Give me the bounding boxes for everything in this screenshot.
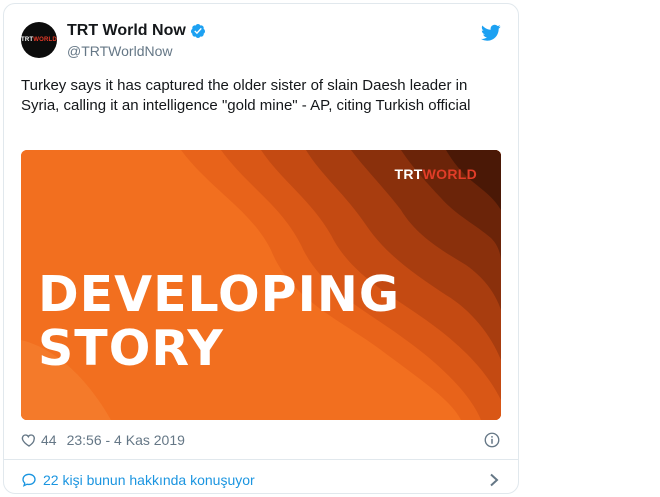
divider bbox=[4, 459, 518, 460]
headline-line-1: DEVELOPING bbox=[38, 266, 401, 323]
avatar[interactable]: TRT WORLD bbox=[21, 22, 57, 58]
logo-world: WORLD bbox=[422, 166, 477, 182]
display-name[interactable]: TRT World Now bbox=[67, 22, 186, 40]
heart-icon[interactable] bbox=[21, 432, 37, 448]
tweet-media-image[interactable]: TRTWORLD DEVELOPING STORY bbox=[21, 150, 501, 420]
tweet-card[interactable]: TRT WORLD TRT World Now @TRTWorldNow Turk… bbox=[3, 3, 519, 494]
conversation-label: 22 kişi bunun hakkında konuşuyor bbox=[43, 472, 255, 488]
avatar-label-world: WORLD bbox=[33, 37, 57, 43]
conversation-link[interactable]: 22 kişi bunun hakkında konuşuyor bbox=[21, 470, 501, 490]
tweet-header: TRT WORLD TRT World Now @TRTWorldNow bbox=[21, 18, 501, 68]
tweet-meta-row: 44 23:56 - 4 Kas 2019 bbox=[21, 430, 501, 450]
tweet-timestamp[interactable]: 23:56 - 4 Kas 2019 bbox=[67, 432, 185, 448]
info-icon[interactable] bbox=[483, 431, 501, 449]
twitter-bird-icon[interactable] bbox=[481, 24, 501, 42]
tweet-text: Turkey says it has captured the older si… bbox=[21, 77, 471, 114]
trt-world-logo: TRTWORLD bbox=[394, 166, 477, 182]
media-headline: DEVELOPING STORY bbox=[38, 268, 400, 376]
account-handle[interactable]: @TRTWorldNow bbox=[67, 43, 173, 59]
chevron-right-icon[interactable] bbox=[489, 473, 499, 487]
verified-badge-icon bbox=[190, 24, 205, 38]
name-row: TRT World Now bbox=[67, 22, 206, 40]
logo-trt: TRT bbox=[394, 166, 423, 182]
like-count[interactable]: 44 bbox=[41, 432, 57, 448]
speech-bubble-icon bbox=[22, 473, 36, 487]
avatar-label-trt: TRT bbox=[21, 37, 34, 43]
headline-line-2: STORY bbox=[38, 320, 224, 377]
